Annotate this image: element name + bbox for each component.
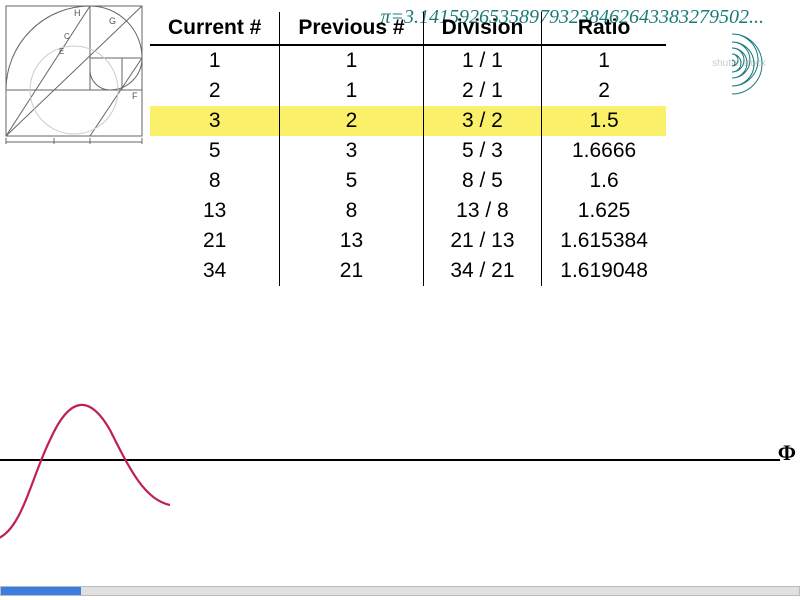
cell-previous: 8: [280, 196, 423, 226]
cell-current: 2: [150, 76, 280, 106]
golden-spiral-diagram: H G F C E B D: [4, 4, 144, 144]
col-current: Current #: [150, 12, 280, 45]
spiral-label-f: F: [132, 91, 138, 101]
ratio-wave: [0, 405, 170, 540]
cell-division: 8 / 5: [423, 166, 542, 196]
table-row: 13813 / 81.625: [150, 196, 666, 226]
cell-ratio: 1.6: [542, 166, 666, 196]
table-row: 111 / 11: [150, 45, 666, 76]
cell-ratio: 1: [542, 45, 666, 76]
phi-axis-label: Φ: [778, 440, 796, 466]
table-row: 212 / 12: [150, 76, 666, 106]
cell-ratio: 1.6666: [542, 136, 666, 166]
table-row: 342134 / 211.619048: [150, 256, 666, 286]
fibonacci-ratio-table: Current # Previous # Division Ratio 111 …: [150, 12, 666, 286]
cell-current: 34: [150, 256, 280, 286]
cell-ratio: 1.615384: [542, 226, 666, 256]
table-row: 535 / 31.6666: [150, 136, 666, 166]
cell-previous: 5: [280, 166, 423, 196]
convergence-plot: [0, 360, 800, 560]
col-previous: Previous #: [280, 12, 423, 45]
cell-division: 2 / 1: [423, 76, 542, 106]
cell-ratio: 1.625: [542, 196, 666, 226]
col-division: Division: [423, 12, 542, 45]
cell-ratio: 2: [542, 76, 666, 106]
cell-previous: 1: [280, 76, 423, 106]
cell-ratio: 1.619048: [542, 256, 666, 286]
spiral-label-e: E: [59, 47, 64, 56]
cell-division: 1 / 1: [423, 45, 542, 76]
cell-division: 3 / 2: [423, 106, 542, 136]
spiral-label-g: G: [109, 16, 116, 26]
playback-progress-fill: [1, 587, 81, 595]
cell-division: 13 / 8: [423, 196, 542, 226]
cell-division: 34 / 21: [423, 256, 542, 286]
cell-ratio: 1.5: [542, 106, 666, 136]
cell-current: 5: [150, 136, 280, 166]
pi-digit-spiral: [672, 8, 792, 118]
col-ratio: Ratio: [542, 12, 666, 45]
table-row: 211321 / 131.615384: [150, 226, 666, 256]
cell-current: 21: [150, 226, 280, 256]
cell-previous: 3: [280, 136, 423, 166]
table-row: 858 / 51.6: [150, 166, 666, 196]
table-row: 323 / 21.5: [150, 106, 666, 136]
cell-previous: 2: [280, 106, 423, 136]
cell-current: 8: [150, 166, 280, 196]
playback-progress[interactable]: [0, 586, 800, 596]
cell-current: 1: [150, 45, 280, 76]
spiral-label-c: C: [64, 32, 70, 41]
cell-previous: 21: [280, 256, 423, 286]
cell-current: 13: [150, 196, 280, 226]
cell-current: 3: [150, 106, 280, 136]
cell-previous: 13: [280, 226, 423, 256]
table-header-row: Current # Previous # Division Ratio: [150, 12, 666, 45]
cell-division: 21 / 13: [423, 226, 542, 256]
cell-division: 5 / 3: [423, 136, 542, 166]
spiral-label-h: H: [74, 8, 81, 18]
cell-previous: 1: [280, 45, 423, 76]
